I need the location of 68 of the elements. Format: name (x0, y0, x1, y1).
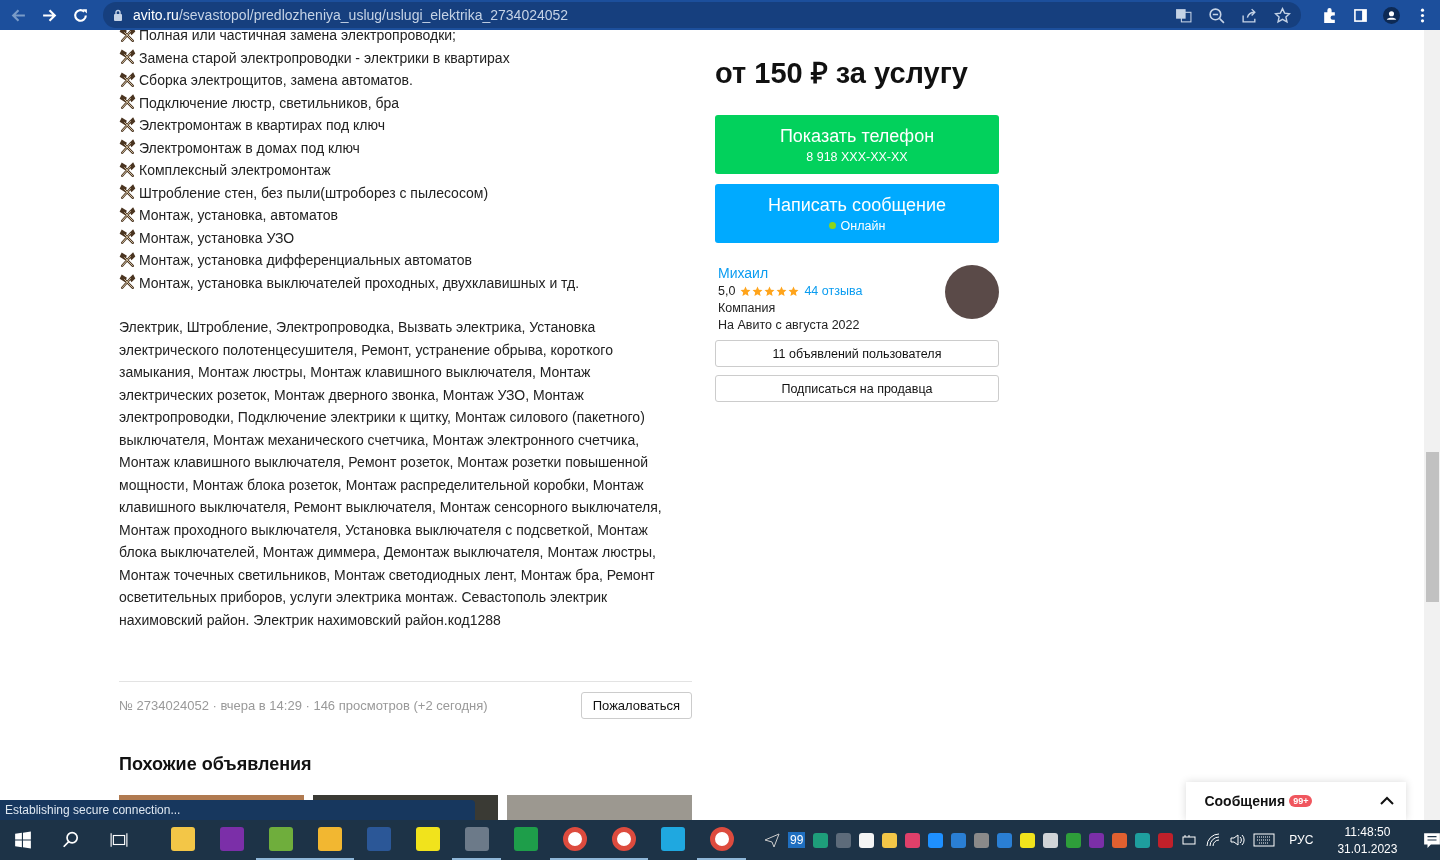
url-text: avito.ru/sevastopol/predlozheniya_uslug/uslugi_elektrika_2734024052 (133, 7, 569, 23)
send-icon[interactable] (764, 832, 780, 848)
tools-icon (119, 49, 136, 67)
address-bar[interactable]: avito.ru/sevastopol/predlozheniya_uslug/uslugi_elektrika_2734024052 (103, 2, 1302, 28)
list-item-text: Сборка электрощитов, замена автоматов. (139, 72, 413, 89)
list-item-text: Электромонтаж в домах под ключ (139, 139, 360, 156)
keyboard-icon[interactable] (1253, 832, 1276, 848)
member-since-text: На Авито с августа 2022 (718, 318, 861, 332)
list-item-text: Монтаж, установка УЗО (139, 229, 295, 246)
tools-icon (119, 206, 136, 224)
zoom-out-icon[interactable] (1208, 6, 1226, 24)
tools-icon (119, 274, 136, 292)
bookmark-star-icon[interactable] (1274, 6, 1292, 24)
list-item-text: Электромонтаж в квартирах под ключ (139, 117, 385, 134)
tools-icon (119, 71, 136, 89)
list-item-text: Монтаж, установка дифференциальных автоматов (139, 252, 472, 269)
profile-icon[interactable] (1383, 6, 1401, 24)
tools-icon (119, 161, 136, 179)
list-item-text: Подключение люстр, светильников, бра (139, 94, 400, 111)
scrollbar-thumb[interactable] (1426, 452, 1440, 602)
clock[interactable]: 11:48:50 31.01.2023 (1337, 824, 1398, 856)
translate-icon[interactable] (1175, 6, 1193, 24)
seller-type-text: Компания (718, 301, 777, 315)
messages-widget[interactable]: Сообщения 99+ (1186, 782, 1407, 820)
share-icon[interactable] (1241, 6, 1259, 24)
tools-icon (119, 94, 136, 112)
list-item-text: Штробление стен, без пыли(штроборез с пылесосом) (139, 184, 489, 201)
seller-action-button[interactable]: 11 объявлений пользователя (715, 340, 999, 367)
tray-app-icon[interactable] (1043, 832, 1059, 848)
search-icon[interactable] (62, 831, 80, 849)
tools-icon (119, 139, 136, 157)
ad-info-text: № 2734024052 · вчера в 14:29 · 146 просмотров (+2 сегодня) (119, 698, 488, 713)
list-item-text: Монтаж, установка, автоматов (139, 207, 338, 224)
description-paragraph: Электрик, Штробление, Электропроводка, Вызвать электрика, Установка электрического полотенцесушителя, Ремонт, устранение обрыва, короткого замыкания, Монтаж люстры, Монтаж клавишного выключателя, Монтаж электрических розеток, Монтаж дверного звонка, Монтаж УЗО, Монтаж электропроводки, Подключение электрики к щитку, Монтаж силового (пакетного) выключателя, Монтаж механического счетчика, Монтаж электронного счетчика, Монтаж клавишного выключателя, Ремонт розеток, Монтаж розетки повышенной мощности, Монтаж блока розеток, Монтаж распределительной коробки, Монтаж клавишного выключателя, Ремонт выключателя, Монтаж сенсорного выключателя, Монтаж проходного выключателя, Установка выключателя с подсветкой, Монтаж блока выключателей, Монтаж диммера, Демонтаж выключателя, Монтаж люстры, Монтаж точечных светильников, Монтаж светодиодных лент, Монтаж бра, Ремонт осветительных приборов, услуги электрика монтаж. Севастополь электрик нахимовский район. Электрик нахимовский район.код1288 (119, 318, 663, 630)
messages-label: Сообщения (1204, 793, 1286, 809)
language-indicator[interactable]: РУС (1289, 833, 1314, 847)
tools-icon (119, 116, 136, 134)
list-item-text: Комплексный электромонтаж (139, 162, 331, 179)
speaker-icon[interactable] (1229, 832, 1246, 848)
tools-icon (119, 184, 136, 202)
tray-app-icon[interactable] (882, 832, 898, 848)
seller-action-button[interactable]: Подписаться на продавца (715, 375, 999, 402)
unread-badge: 99+ (1289, 795, 1313, 807)
rating-value: 5,0 (718, 284, 736, 298)
task-view-icon[interactable] (110, 831, 128, 849)
chevron-up-icon[interactable] (1380, 796, 1395, 806)
tray-app-icon[interactable] (1020, 832, 1036, 848)
list-item-text: Монтаж, установка выключателей проходных, двухклавишных и тд. (139, 274, 580, 291)
windows-logo-icon[interactable] (14, 831, 32, 849)
avatar[interactable] (945, 265, 999, 319)
tools-icon (119, 30, 136, 44)
tools-icon (119, 251, 136, 269)
list-item-text: Замена старой электропроводки - электрики в квартирах (139, 49, 510, 66)
wifi-icon[interactable] (1205, 832, 1222, 848)
report-button[interactable]: Пожаловаться (580, 692, 692, 719)
battery-icon[interactable] (1181, 832, 1198, 848)
reload-icon[interactable] (72, 6, 89, 24)
notifications-icon[interactable] (1423, 831, 1440, 849)
status-toast: Establishing secure connection... (0, 800, 475, 820)
tray-count-icon[interactable]: 99 (788, 832, 806, 848)
price-text: от 150 ₽ за услугу (715, 56, 969, 91)
lock-icon (113, 9, 123, 21)
scrollbar[interactable] (1424, 30, 1440, 820)
list-item-text: Полная или частичная замена электропроводки; (139, 30, 456, 44)
section-heading: Похожие объявления (119, 754, 313, 775)
side-panel-icon[interactable] (1352, 6, 1370, 24)
tray-app-icon[interactable] (859, 832, 875, 848)
tools-icon (119, 229, 136, 247)
